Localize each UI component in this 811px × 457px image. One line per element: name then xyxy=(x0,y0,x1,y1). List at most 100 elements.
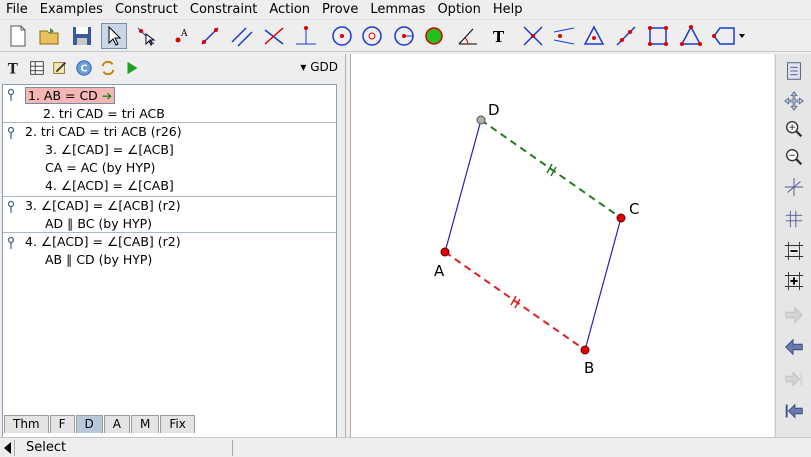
step-forward-icon xyxy=(781,366,807,392)
forward-arrow-icon xyxy=(781,302,807,328)
drawing-canvas[interactable]: D C A B xyxy=(350,54,774,437)
menu-prove[interactable]: Prove xyxy=(316,0,364,20)
grid-plus-icon[interactable] xyxy=(781,268,807,294)
zoom-out-icon[interactable] xyxy=(781,144,807,170)
proof-toolbar: T C ▾ GDD xyxy=(0,54,346,82)
segment-cb[interactable] xyxy=(584,217,622,351)
table-icon[interactable] xyxy=(27,58,47,78)
text-point-icon[interactable]: A xyxy=(167,23,193,49)
proof-line: 3. ∠[CAD] = ∠[ACB] (r2) xyxy=(25,198,181,213)
run-icon[interactable] xyxy=(122,58,142,78)
proof-node[interactable]: 4. ∠[ACD] = ∠[CAB] (r2) AB ∥ CD (by HYP) xyxy=(3,233,336,269)
arrow-icon: ➔ xyxy=(101,88,113,103)
right-angle-icon[interactable] xyxy=(329,23,355,49)
collapse-arrow-icon[interactable] xyxy=(4,442,11,454)
refresh-icon[interactable] xyxy=(98,58,118,78)
segment-da[interactable] xyxy=(444,119,482,253)
proof-line: CA = AC (by HYP) xyxy=(45,160,156,175)
triangle-red-icon[interactable] xyxy=(678,23,704,49)
tab-thm[interactable]: Thm xyxy=(4,415,49,433)
open-file-icon[interactable] xyxy=(37,23,63,49)
text-icon[interactable]: T xyxy=(486,23,512,49)
polygon-icon[interactable] xyxy=(708,23,748,49)
tab-fix[interactable]: Fix xyxy=(160,415,195,433)
proof-line: AB ∥ CD (by HYP) xyxy=(45,252,153,267)
mirror-icon[interactable] xyxy=(551,23,577,49)
square-icon[interactable] xyxy=(645,23,671,49)
status-text: Select xyxy=(26,440,67,455)
measure-icon[interactable] xyxy=(613,23,639,49)
svg-text:C: C xyxy=(80,64,87,75)
point-a[interactable] xyxy=(440,247,450,257)
step-back-icon[interactable] xyxy=(781,398,807,424)
text-mode-icon[interactable]: T xyxy=(4,58,24,78)
proof-line: 4. ∠[ACD] = ∠[CAB] (r2) xyxy=(25,234,181,249)
proof-node[interactable]: 2. tri CAD = tri ACB (r26) 3. ∠[CAD] = ∠… xyxy=(3,123,336,197)
tab-f[interactable]: F xyxy=(49,415,75,433)
point-b[interactable] xyxy=(580,345,590,355)
scroll-icon[interactable] xyxy=(781,58,807,84)
right-toolbar xyxy=(775,54,811,437)
proof-node[interactable]: 1. AB = CD ➔ 2. tri CAD = tri ACB xyxy=(3,85,336,123)
proof-line: AD ∥ BC (by HYP) xyxy=(45,216,153,231)
grid-minus-icon[interactable] xyxy=(781,238,807,264)
label-b: B xyxy=(584,359,594,377)
svg-text:T: T xyxy=(493,28,505,46)
menu-action[interactable]: Action xyxy=(263,0,316,20)
triangle-icon[interactable] xyxy=(581,23,607,49)
geometry-figure: D C A B xyxy=(434,101,639,377)
proof-line: 4. ∠[ACD] = ∠[CAB] xyxy=(45,178,174,193)
main-toolbar: A T xyxy=(0,20,811,52)
menu-help[interactable]: Help xyxy=(487,0,529,20)
point-c[interactable] xyxy=(616,213,626,223)
status-divider xyxy=(14,440,15,456)
circle-three-points-icon[interactable] xyxy=(359,23,385,49)
menu-file[interactable]: File xyxy=(0,0,34,20)
label-c: C xyxy=(629,200,639,218)
svg-text:T: T xyxy=(8,61,18,77)
menu-option[interactable]: Option xyxy=(431,0,486,20)
menu-examples[interactable]: Examples xyxy=(34,0,109,20)
save-icon[interactable] xyxy=(69,23,95,49)
c-icon[interactable]: C xyxy=(74,58,94,78)
edit-icon[interactable] xyxy=(50,58,70,78)
intersection-icon[interactable] xyxy=(520,23,546,49)
circle-center-icon[interactable] xyxy=(391,23,417,49)
menu-bar: File Examples Construct Constraint Actio… xyxy=(0,0,811,20)
point-tool-icon[interactable] xyxy=(133,23,159,49)
grid-icon[interactable] xyxy=(781,206,807,232)
segment-dc[interactable] xyxy=(480,119,622,219)
app-window: File Examples Construct Constraint Actio… xyxy=(0,0,811,457)
menu-construct[interactable]: Construct xyxy=(109,0,184,20)
label-d: D xyxy=(488,101,500,119)
tab-m[interactable]: M xyxy=(131,415,160,433)
menu-lemmas[interactable]: Lemmas xyxy=(364,0,431,20)
mode-label: GDD xyxy=(310,60,338,74)
point-d[interactable] xyxy=(476,115,486,125)
tab-a[interactable]: A xyxy=(103,415,130,433)
mode-dropdown[interactable]: ▾ GDD xyxy=(300,60,338,74)
line-icon[interactable] xyxy=(197,23,223,49)
highlighted-goal: 1. AB = CD ➔ xyxy=(25,87,116,104)
proof-line[interactable]: 1. AB = CD ➔ xyxy=(3,87,336,105)
pan-icon[interactable] xyxy=(781,88,807,114)
new-file-icon[interactable] xyxy=(5,23,31,49)
angle-icon[interactable] xyxy=(455,23,481,49)
proof-node[interactable]: 3. ∠[CAD] = ∠[ACB] (r2) AD ∥ BC (by HYP) xyxy=(3,197,336,233)
segment-ab[interactable] xyxy=(444,251,586,351)
crosshair-icon[interactable] xyxy=(781,174,807,200)
proof-line: 3. ∠[CAD] = ∠[ACB] xyxy=(45,142,174,157)
polygon-fill-icon[interactable] xyxy=(421,23,447,49)
tab-d[interactable]: D xyxy=(75,415,103,433)
foot-icon[interactable] xyxy=(293,23,319,49)
panel-tabs: Thm F D A M Fix xyxy=(4,415,196,435)
svg-text:A: A xyxy=(180,29,188,39)
parallel-icon[interactable] xyxy=(229,23,255,49)
select-arrow-icon[interactable] xyxy=(101,23,127,49)
status-bar: Select xyxy=(0,437,811,457)
zoom-in-icon[interactable] xyxy=(781,116,807,142)
back-arrow-icon[interactable] xyxy=(781,334,807,360)
menu-constraint[interactable]: Constraint xyxy=(184,0,263,20)
proof-line: 2. tri CAD = tri ACB xyxy=(43,106,165,121)
perpendicular-icon[interactable] xyxy=(261,23,287,49)
